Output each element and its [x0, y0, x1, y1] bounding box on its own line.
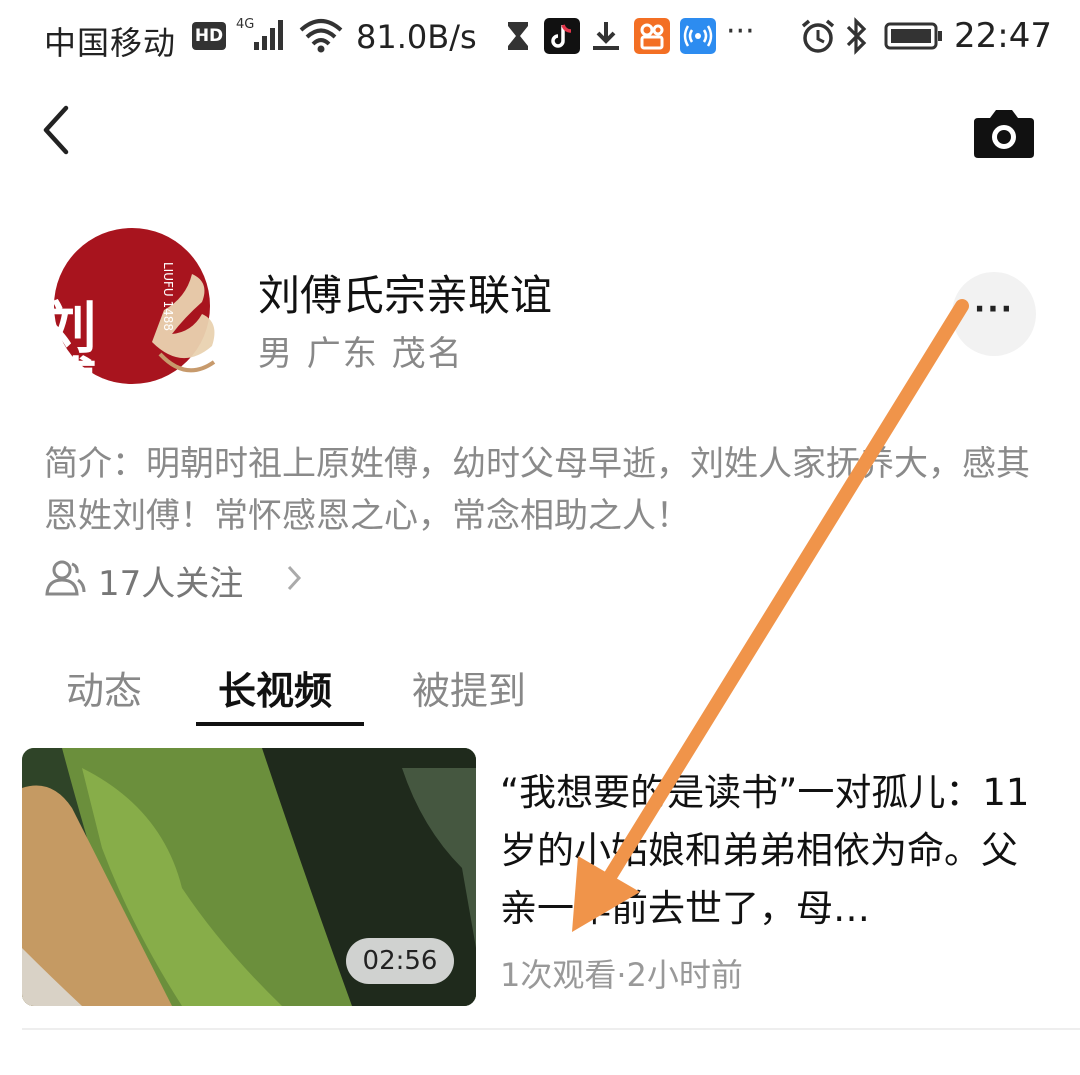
- back-icon[interactable]: [30, 100, 90, 160]
- followers-count: 17人关注: [98, 564, 244, 604]
- network-type-label: 4G: [236, 17, 254, 32]
- active-tab-indicator: [196, 722, 364, 726]
- profile-bio: 简介：明朝时祖上原姓傅，幼时父母早逝，刘姓人家抚养大，感其恩姓刘傅！常怀感恩之心…: [44, 444, 1030, 536]
- video-title[interactable]: “我想要的是读书”一对孤儿：11岁的小姑娘和弟弟相依为命。父亲一年前去世了，母…: [500, 764, 1040, 938]
- more-notifications: ···: [726, 14, 755, 49]
- list-divider: [22, 1028, 1080, 1030]
- users-icon: [45, 560, 86, 596]
- profile-gender-location: 男 广东 茂名: [258, 334, 464, 374]
- bluetooth-icon: [846, 17, 867, 55]
- avatar[interactable]: 刘傅 LIUFU 1488: [52, 222, 222, 394]
- video-thumbnail[interactable]: 02:56: [22, 748, 476, 1006]
- more-dots-icon: ···: [973, 292, 1015, 327]
- tab-dynamic[interactable]: 动态: [66, 660, 142, 715]
- alarm-icon: [801, 19, 835, 53]
- wifi-icon: [299, 19, 343, 53]
- more-options-button[interactable]: ···: [952, 272, 1036, 356]
- hourglass-icon: [508, 22, 528, 50]
- video-duration: 02:56: [346, 938, 454, 984]
- signal-icon: 4G: [236, 17, 283, 50]
- profile-name: 刘傅氏宗亲联谊: [258, 271, 553, 320]
- net-speed: 81.0B/s: [356, 18, 477, 56]
- status-bar: 中国移动 HD 4G 81.0B/s ··· 22:47: [0, 0, 1080, 76]
- hotspot-icon: [680, 18, 716, 54]
- camera-icon[interactable]: [972, 104, 1036, 160]
- video-meta: 1次观看·2小时前: [500, 956, 743, 994]
- battery-icon: [884, 22, 942, 50]
- avatar-logo-text: 刘傅: [52, 298, 97, 394]
- tab-long-video[interactable]: 长视频: [218, 660, 332, 715]
- avatar-logo-sub: LIUFU 1488: [161, 262, 175, 331]
- hd-badge: HD: [192, 22, 226, 50]
- chevron-right-icon: [287, 565, 302, 591]
- tiktok-icon: [544, 18, 580, 54]
- clock: 22:47: [954, 16, 1052, 56]
- kuaishou-icon: [634, 18, 670, 54]
- tab-mentioned[interactable]: 被提到: [412, 660, 526, 715]
- carrier-label: 中国移动: [44, 24, 177, 62]
- download-icon: [593, 22, 619, 50]
